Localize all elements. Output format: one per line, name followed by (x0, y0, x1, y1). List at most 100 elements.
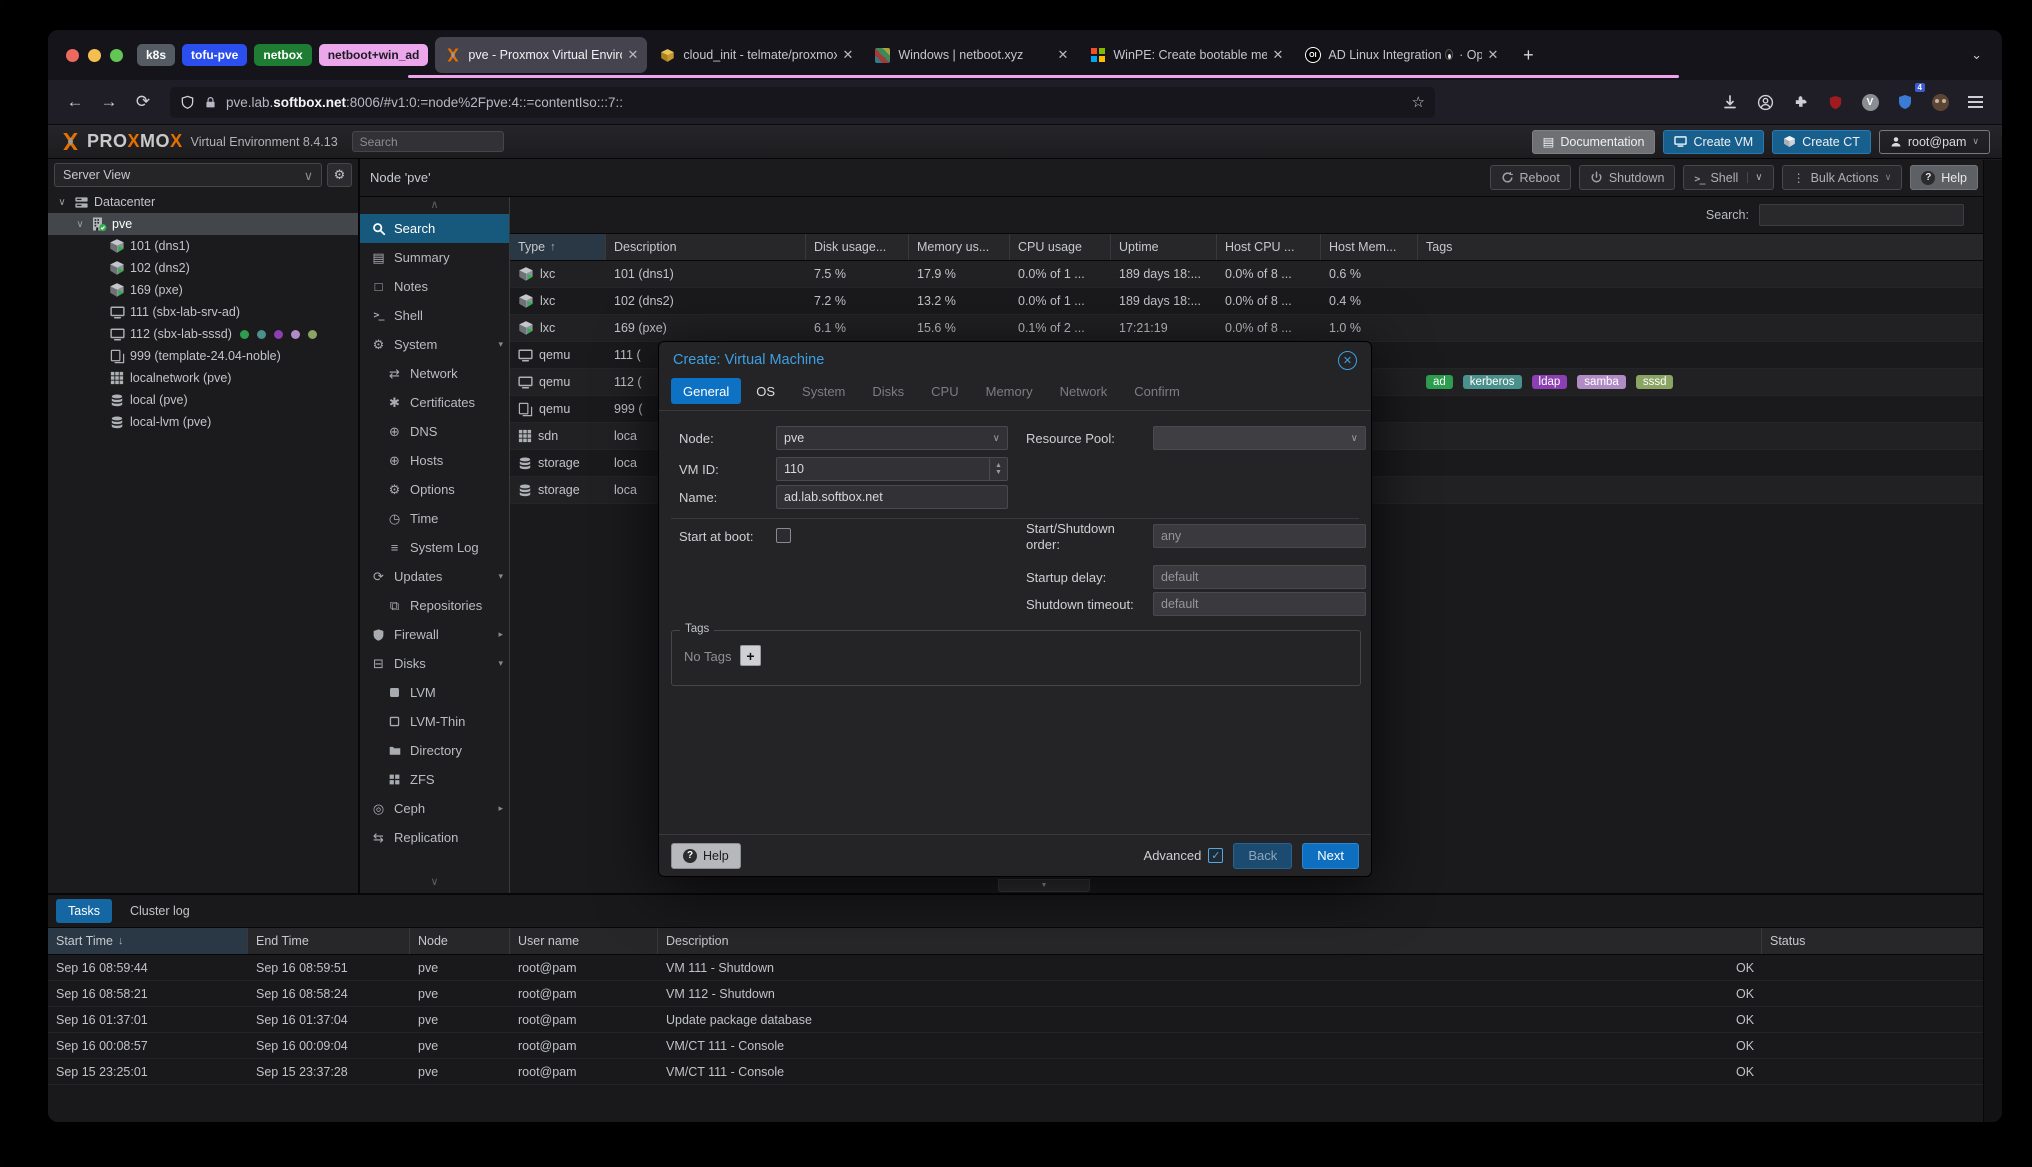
account-icon[interactable] (1750, 87, 1780, 117)
nav-item-notes[interactable]: □Notes (360, 272, 509, 301)
grid-scroll-hint[interactable]: ▼ (998, 879, 1090, 892)
dialog-tab-general[interactable]: General (671, 378, 741, 404)
column-header[interactable]: Disk usage... (806, 234, 909, 260)
user-menu-button[interactable]: root@pam∨ (1879, 130, 1990, 154)
column-header[interactable]: Type↑ (510, 234, 606, 260)
tree-item[interactable]: 102 (dns2) (48, 257, 358, 279)
lock-icon[interactable] (204, 96, 217, 109)
nav-item-system[interactable]: ⚙System▾ (360, 330, 509, 359)
dialog-close-icon[interactable]: ✕ (1338, 351, 1357, 370)
nav-item-hosts[interactable]: ⊕Hosts (360, 446, 509, 475)
node-select[interactable]: pve∨ (776, 426, 1008, 450)
dialog-tab-os[interactable]: OS (744, 378, 787, 404)
task-row[interactable]: Sep 16 08:59:44Sep 16 08:59:51pveroot@pa… (48, 955, 2002, 981)
vm-id-spinner[interactable]: ▲▼ (989, 458, 1007, 480)
browser-tab[interactable]: cloud_init - telmate/proxmox - C✕ (650, 37, 862, 73)
tree-item[interactable]: 169 (pxe) (48, 279, 358, 301)
nav-item-options[interactable]: ⚙Options (360, 475, 509, 504)
dialog-tab-network[interactable]: Network (1048, 378, 1120, 404)
tree-item[interactable]: 112 (sbx-lab-sssd) (48, 323, 358, 345)
nav-item-directory[interactable]: Directory (360, 736, 509, 765)
nav-item-system-log[interactable]: ≡System Log (360, 533, 509, 562)
nav-item-time[interactable]: ◷Time (360, 504, 509, 533)
nav-item-summary[interactable]: ▤Summary (360, 243, 509, 272)
reload-icon[interactable]: ⟳ (128, 87, 158, 117)
nav-item-search[interactable]: Search (360, 214, 509, 243)
tree-expand-icon[interactable]: ∨ (74, 219, 86, 230)
reboot-button[interactable]: Reboot (1490, 165, 1571, 190)
column-header[interactable]: Uptime (1111, 234, 1217, 260)
nav-scroll-down[interactable]: ∨ (360, 877, 509, 889)
dialog-help-button[interactable]: ?Help (671, 843, 741, 869)
shutdown-button[interactable]: Shutdown (1579, 165, 1676, 190)
password-manager-icon[interactable]: 4 (1890, 87, 1920, 117)
tree-item[interactable]: local (pve) (48, 389, 358, 411)
nav-item-repositories[interactable]: ⧉Repositories (360, 591, 509, 620)
nav-item-network[interactable]: ⇄Network (360, 359, 509, 388)
vm-id-input[interactable] (776, 457, 1008, 481)
back-icon[interactable]: ← (60, 87, 90, 117)
column-header[interactable]: Status (1762, 928, 2002, 954)
list-all-tabs-button[interactable]: ⌄ (1961, 47, 1992, 63)
column-header[interactable]: Host Mem... (1321, 234, 1418, 260)
close-window-button[interactable] (66, 49, 79, 62)
nav-item-dns[interactable]: ⊕DNS (360, 417, 509, 446)
browser-tab[interactable]: Windows | netboot.xyz✕ (865, 37, 1077, 73)
tab-group-badge[interactable]: netbox (254, 44, 311, 66)
column-header[interactable]: Host CPU ... (1217, 234, 1321, 260)
nav-scroll-up[interactable]: ∧ (360, 200, 509, 212)
browser-tab[interactable]: WinPE: Create bootable media |✕ (1080, 37, 1292, 73)
dialog-tab-memory[interactable]: Memory (974, 378, 1045, 404)
task-row[interactable]: Sep 16 00:08:57Sep 16 00:09:04pveroot@pa… (48, 1033, 2002, 1059)
help-button[interactable]: ?Help (1910, 165, 1978, 190)
tab-close-icon[interactable]: ✕ (1272, 47, 1283, 63)
nav-item-certificates[interactable]: ✱Certificates (360, 388, 509, 417)
start-at-boot-checkbox[interactable] (776, 528, 791, 543)
monkey-extension-icon[interactable] (1925, 87, 1955, 117)
order-input[interactable] (1153, 524, 1366, 548)
bulk-actions-button[interactable]: ⋮Bulk Actions∨ (1782, 165, 1903, 190)
tasks-tab-tasks[interactable]: Tasks (56, 899, 112, 923)
column-header[interactable]: Description (606, 234, 806, 260)
chevron-right-icon[interactable]: ▸ (498, 629, 503, 640)
column-header[interactable]: Memory us... (909, 234, 1010, 260)
nav-item-replication[interactable]: ⇆Replication (360, 823, 509, 852)
zoom-window-button[interactable] (110, 49, 123, 62)
nav-item-updates[interactable]: ⟳Updates▾ (360, 562, 509, 591)
column-header[interactable]: Description (658, 928, 1762, 954)
forward-icon[interactable]: → (94, 87, 124, 117)
extensions-puzzle-icon[interactable] (1785, 87, 1815, 117)
resource-pool-select[interactable]: ∨ (1153, 426, 1366, 450)
scrollbar-gutter[interactable] (1983, 160, 2002, 1122)
dialog-tab-cpu[interactable]: CPU (919, 378, 970, 404)
chevron-down-icon[interactable]: ▾ (498, 339, 503, 350)
dialog-tab-disks[interactable]: Disks (860, 378, 916, 404)
tree-settings-button[interactable]: ⚙ (327, 163, 352, 187)
tree-item[interactable]: ∨Datacenter (48, 191, 358, 213)
nav-item-zfs[interactable]: ZFS (360, 765, 509, 794)
advanced-checkbox[interactable]: ✓ (1208, 848, 1223, 863)
tasks-tab-cluster-log[interactable]: Cluster log (118, 899, 202, 923)
dialog-tab-confirm[interactable]: Confirm (1122, 378, 1192, 404)
ublock-icon[interactable] (1820, 87, 1850, 117)
create-vm-button[interactable]: Create VM (1663, 130, 1764, 154)
tab-group-badge[interactable]: tofu-pve (182, 44, 247, 66)
column-header[interactable]: User name (510, 928, 658, 954)
nav-item-ceph[interactable]: ◎Ceph▸ (360, 794, 509, 823)
documentation-button[interactable]: ▤Documentation (1532, 130, 1656, 154)
startup-delay-input[interactable] (1153, 565, 1366, 589)
bookmark-star-icon[interactable]: ☆ (1412, 93, 1425, 111)
menu-hamburger-icon[interactable] (1960, 87, 1990, 117)
task-row[interactable]: Sep 16 01:37:01Sep 16 01:37:04pveroot@pa… (48, 1007, 2002, 1033)
grid-search-input[interactable] (1759, 204, 1964, 226)
column-header[interactable]: End Time (248, 928, 410, 954)
nav-item-shell[interactable]: >_Shell (360, 301, 509, 330)
tracking-shield-icon[interactable] (180, 95, 195, 110)
create-ct-button[interactable]: Create CT (1772, 130, 1871, 154)
tree-item[interactable]: 999 (template-24.04-noble) (48, 345, 358, 367)
vimium-icon[interactable]: V (1855, 87, 1885, 117)
tree-item[interactable]: local-lvm (pve) (48, 411, 358, 433)
tab-group-badge[interactable]: netboot+win_ad (319, 44, 429, 66)
column-header[interactable]: CPU usage (1010, 234, 1111, 260)
nav-item-lvm[interactable]: LVM (360, 678, 509, 707)
